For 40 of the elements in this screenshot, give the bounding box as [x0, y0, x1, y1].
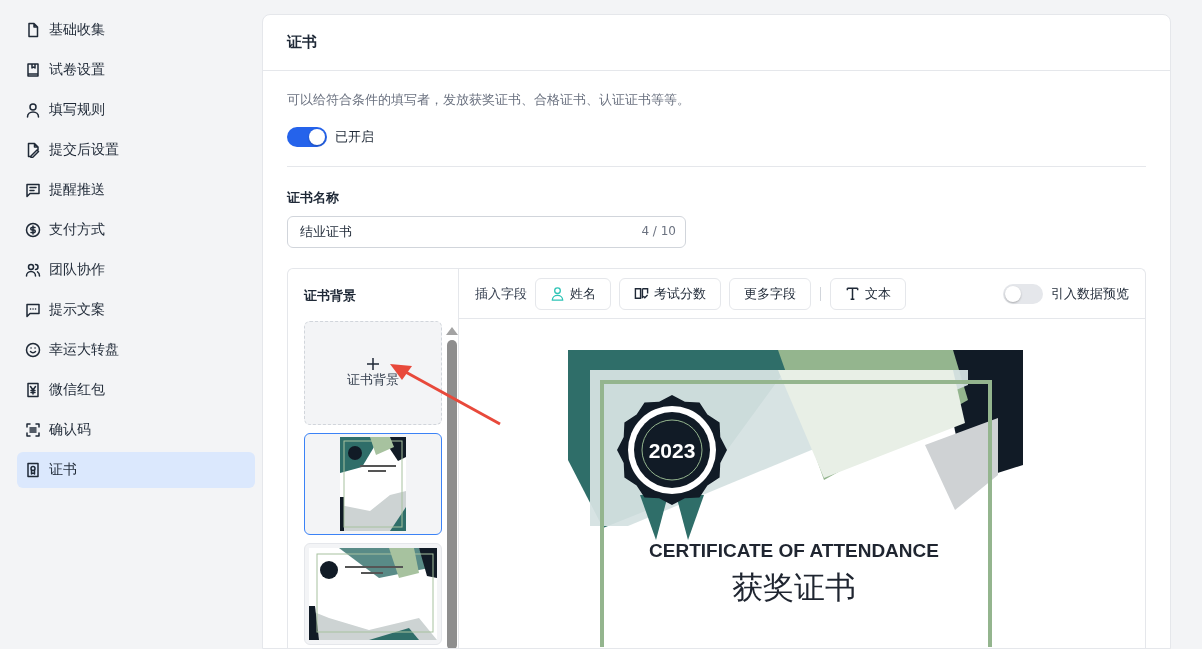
sidebar-label: 幸运大转盘: [49, 341, 119, 359]
sidebar-label: 证书: [49, 461, 77, 479]
sidebar-label: 微信红包: [49, 381, 105, 399]
toolbar-label: 插入字段: [475, 284, 527, 303]
certificate-year: 2023: [648, 439, 695, 462]
insert-field-button[interactable]: 考试分数: [619, 277, 721, 310]
text-button[interactable]: 文本: [830, 277, 906, 310]
upload-background-button[interactable]: 证书背景: [304, 321, 442, 425]
sidebar-item[interactable]: 提交后设置: [17, 132, 255, 168]
sidebar-item[interactable]: 试卷设置: [17, 52, 255, 88]
sidebar-label: 团队协作: [49, 261, 105, 279]
certificate-subtitle: 获奖证书: [731, 569, 856, 605]
sidebar-item[interactable]: 确认码: [17, 412, 255, 448]
sidebar-item[interactable]: 幸运大转盘: [17, 332, 255, 368]
sidebar-item[interactable]: 团队协作: [17, 252, 255, 288]
sidebar-item[interactable]: 证书: [17, 452, 255, 488]
insert-field-button[interactable]: 更多字段: [729, 277, 811, 310]
panel-title: 证书背景: [304, 287, 357, 305]
preview-toggle-label: 引入数据预览: [1051, 284, 1129, 303]
switch-label: 已开启: [335, 128, 374, 146]
sidebar-label: 基础收集: [49, 21, 105, 39]
insert-field-button[interactable]: 姓名: [535, 277, 611, 310]
sidebar-label: 确认码: [49, 421, 91, 439]
sidebar-label: 试卷设置: [49, 61, 105, 79]
sidebar-item[interactable]: 支付方式: [17, 212, 255, 248]
certificate-title: CERTIFICATE OF ATTENDANCE: [648, 540, 939, 561]
sidebar-item[interactable]: 微信红包: [17, 372, 255, 408]
sidebar-item[interactable]: 提醒推送: [17, 172, 255, 208]
sidebar-item[interactable]: 填写规则: [17, 92, 255, 128]
sidebar-item[interactable]: 提示文案: [17, 292, 255, 328]
sidebar-label: 提醒推送: [49, 181, 105, 199]
field-label: 证书名称: [287, 189, 340, 207]
description-text: 可以给符合条件的填写者，发放获奖证书、合格证书、认证证书等等。: [287, 91, 691, 109]
sidebar-item[interactable]: 基础收集: [17, 12, 255, 48]
sidebar-label: 支付方式: [49, 221, 105, 239]
sidebar-label: 提交后设置: [49, 141, 119, 159]
sidebar-label: 提示文案: [49, 301, 105, 319]
character-counter: 4 / 10: [641, 224, 676, 238]
card-title: 证书: [263, 15, 1170, 71]
sidebar-label: 填写规则: [49, 101, 105, 119]
